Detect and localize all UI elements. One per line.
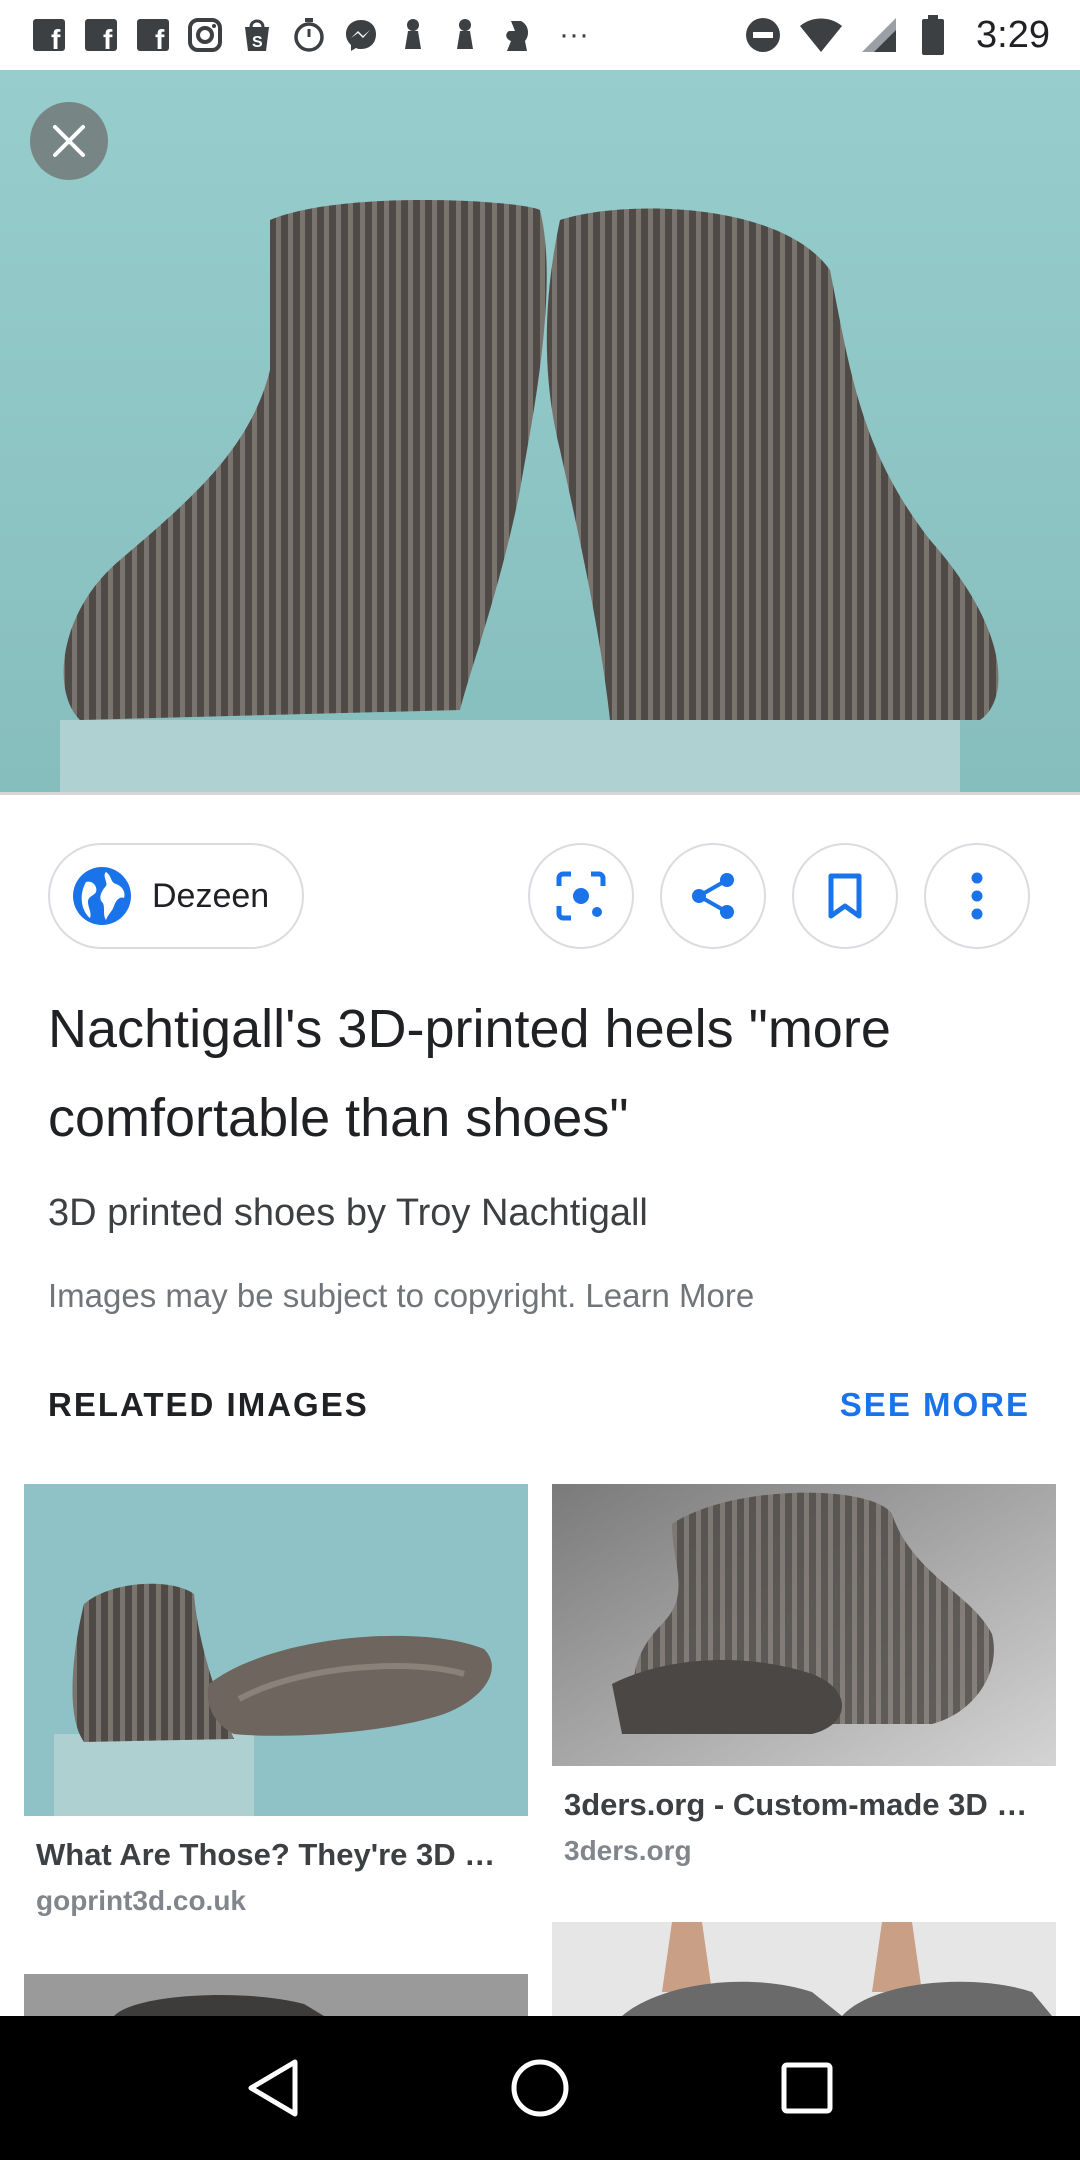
related-image-4[interactable] <box>552 1922 1056 2016</box>
chess-pawn-icon <box>394 16 432 54</box>
lens-button[interactable] <box>528 843 634 949</box>
divider <box>0 792 1080 795</box>
svg-text:f: f <box>51 24 61 53</box>
more-options-button[interactable] <box>924 843 1030 949</box>
see-more-link[interactable]: SEE MORE <box>840 1386 1030 1424</box>
more-vertical-icon <box>971 872 983 920</box>
related-image-1[interactable] <box>24 1484 528 1816</box>
recents-button[interactable] <box>767 2048 847 2128</box>
svg-text:f: f <box>155 24 165 53</box>
cell-signal-icon <box>860 16 898 54</box>
chess-pawn-icon <box>446 16 484 54</box>
lens-icon <box>556 871 606 921</box>
share-icon <box>692 873 734 919</box>
navigation-bar <box>0 2016 1080 2160</box>
related-source-1: goprint3d.co.uk <box>36 1885 246 1916</box>
hero-image <box>0 70 1080 792</box>
source-chip[interactable]: Dezeen <box>48 843 304 949</box>
globe-icon <box>73 867 131 925</box>
close-button[interactable] <box>30 102 108 180</box>
more-dots-icon: ··· <box>559 18 589 51</box>
stopwatch-icon <box>290 16 328 54</box>
back-button[interactable] <box>233 2048 313 2128</box>
image-subtitle: 3D printed shoes by Troy Nachtigall <box>48 1192 648 1234</box>
battery-icon <box>914 15 952 55</box>
status-bar: f f f S ··· 3:29 <box>0 0 1080 70</box>
instagram-icon <box>186 16 224 54</box>
status-time: 3:29 <box>976 13 1050 56</box>
home-button[interactable] <box>500 2048 580 2128</box>
home-icon <box>511 2059 569 2117</box>
svg-text:S: S <box>252 34 263 51</box>
source-label: Dezeen <box>152 876 270 915</box>
share-button[interactable] <box>660 843 766 949</box>
svg-text:f: f <box>103 24 113 53</box>
save-button[interactable] <box>792 843 898 949</box>
facebook-icon: f <box>134 16 172 54</box>
related-title-2[interactable]: 3ders.org - Custom-made 3D … <box>564 1787 1044 1823</box>
facebook-icon: f <box>82 16 120 54</box>
back-icon <box>248 2059 298 2117</box>
related-title-1[interactable]: What Are Those? They're 3D … <box>36 1837 506 1873</box>
related-image-3[interactable] <box>24 1974 528 2016</box>
related-image-2[interactable] <box>552 1484 1056 1766</box>
wifi-icon <box>798 16 844 54</box>
shopify-icon: S <box>238 16 276 54</box>
chess-knight-icon <box>498 16 536 54</box>
bookmark-icon <box>828 873 862 919</box>
close-icon <box>53 125 85 157</box>
image-title: Nachtigall's 3D-printed heels "more comf… <box>48 999 891 1148</box>
recents-icon <box>781 2062 833 2114</box>
facebook-icon: f <box>30 16 68 54</box>
do-not-disturb-icon <box>744 16 782 54</box>
messenger-icon <box>342 16 380 54</box>
related-source-2: 3ders.org <box>564 1835 692 1866</box>
related-images-heading: RELATED IMAGES <box>48 1386 369 1423</box>
copyright-notice[interactable]: Images may be subject to copyright. Lear… <box>48 1277 754 1315</box>
